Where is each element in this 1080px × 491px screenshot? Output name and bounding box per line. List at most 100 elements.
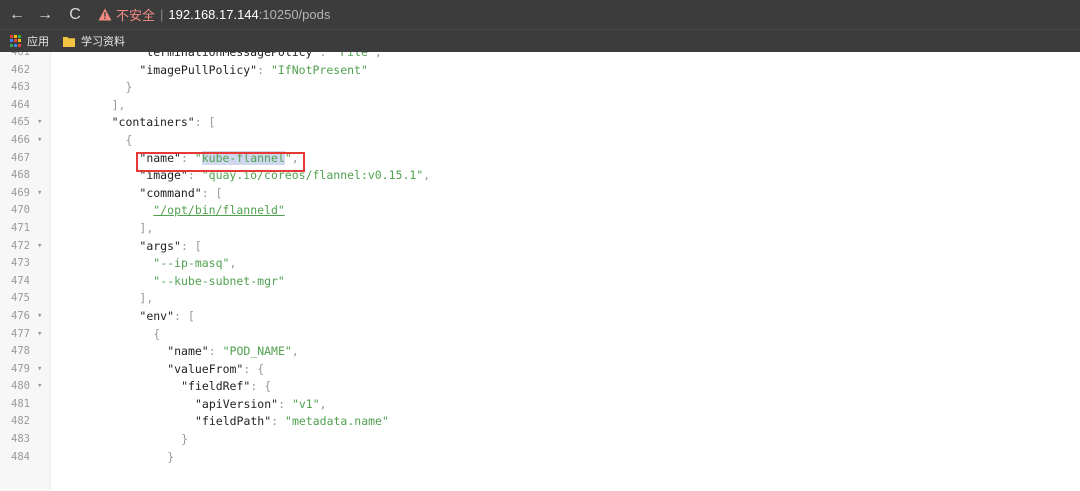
json-punctuation: : { <box>243 361 265 376</box>
fold-arrow-icon[interactable]: ▾ <box>37 361 42 379</box>
json-string: "v1" <box>291 396 320 411</box>
fold-arrow-icon[interactable]: ▾ <box>37 326 42 344</box>
code-content: "--kube-subnet-mgr" <box>56 273 285 291</box>
line-number: 461 <box>11 52 30 58</box>
json-punctuation: } <box>167 449 175 464</box>
line-number: 476 <box>11 309 30 322</box>
arrow-right-icon: → <box>37 5 53 23</box>
json-string: "File" <box>333 52 375 59</box>
arrow-left-icon: ← <box>9 5 25 23</box>
json-key: "name" <box>167 344 209 359</box>
line-number: 475 <box>11 292 30 305</box>
address-separator: | <box>160 7 164 22</box>
json-punctuation: ], <box>139 220 154 235</box>
address-path: :10250/pods <box>258 7 331 22</box>
json-key: "image" <box>139 168 188 183</box>
json-punctuation: } <box>181 432 189 447</box>
fold-arrow-icon[interactable]: ▾ <box>37 308 42 326</box>
json-string-selected: kube-flannel <box>201 150 285 165</box>
line-number: 479 <box>11 362 30 375</box>
code-line: 478 "name": "POD_NAME", <box>0 343 1080 361</box>
fold-arrow-icon[interactable]: ▾ <box>37 114 42 132</box>
json-punctuation: { <box>125 132 133 147</box>
reload-icon: C <box>69 5 81 23</box>
code-line: 484} <box>0 449 1080 467</box>
json-string: "IfNotPresent" <box>270 62 368 77</box>
json-punctuation: , <box>291 150 299 165</box>
code-content: "command": [ <box>56 185 222 203</box>
line-number: 473 <box>11 257 30 270</box>
code-content: "args": [ <box>56 238 201 256</box>
back-button[interactable]: ← <box>6 4 28 26</box>
browser-toolbar: ← → C 不安全 | 192.168.17.144:10250/pods <box>0 0 1080 29</box>
json-link[interactable]: "/opt/bin/flanneld" <box>153 203 285 217</box>
code-content: } <box>56 449 174 467</box>
code-content: { <box>56 326 160 344</box>
line-number: 483 <box>11 433 30 446</box>
json-key: "name" <box>139 150 181 165</box>
code-content: "name": "POD_NAME", <box>56 343 299 361</box>
code-line: 482 "fieldPath": "metadata.name" <box>0 413 1080 431</box>
code-content: "/opt/bin/flanneld" <box>56 202 285 220</box>
json-punctuation: : { <box>250 379 272 394</box>
json-punctuation: : <box>319 52 334 59</box>
fold-arrow-icon[interactable]: ▾ <box>37 238 42 256</box>
fold-arrow-icon[interactable]: ▾ <box>37 378 42 396</box>
code-content: "--ip-masq", <box>56 255 236 273</box>
code-content: "fieldPath": "metadata.name" <box>56 413 389 431</box>
apps-grid-icon <box>10 35 22 47</box>
code-content: } <box>56 431 188 449</box>
json-key: "apiVersion" <box>195 396 279 411</box>
json-key: "imagePullPolicy" <box>139 62 258 77</box>
code-line: 465 ▾ "containers": [ <box>0 114 1080 132</box>
line-number: 470 <box>11 204 30 217</box>
code-line: 466 ▾ { <box>0 132 1080 150</box>
address-host: 192.168.17.144 <box>168 7 259 22</box>
json-punctuation: , <box>423 168 431 183</box>
fold-arrow-icon[interactable]: ▾ <box>37 132 42 150</box>
json-string: "POD_NAME" <box>222 344 292 359</box>
code-line: 480 ▾ "fieldRef": { <box>0 378 1080 396</box>
bookmark-apps[interactable]: 应用 <box>10 33 49 49</box>
warning-icon <box>98 8 112 21</box>
json-string: "--ip-masq" <box>153 256 230 271</box>
code-line: 474 "--kube-subnet-mgr" <box>0 273 1080 291</box>
line-number: 466 <box>11 133 30 146</box>
code-content: "image": "quay.io/coreos/flannel:v0.15.1… <box>56 167 430 185</box>
json-punctuation: } <box>125 80 133 95</box>
json-string: "quay.io/coreos/flannel:v0.15.1" <box>201 168 424 183</box>
bookmark-study-materials[interactable]: 学习资料 <box>63 33 125 49</box>
json-punctuation: , <box>291 344 299 359</box>
json-punctuation: : [ <box>201 185 223 200</box>
not-secure-label: 不安全 <box>116 8 156 23</box>
json-punctuation: , <box>374 52 382 59</box>
json-punctuation: , <box>319 396 327 411</box>
code-line: 483} <box>0 431 1080 449</box>
address-bar[interactable]: 不安全 | 192.168.17.144:10250/pods <box>98 4 330 26</box>
forward-button[interactable]: → <box>34 4 56 26</box>
line-number: 484 <box>11 450 30 463</box>
json-key: "fieldRef" <box>181 379 251 394</box>
fold-arrow-icon[interactable]: ▾ <box>37 185 42 203</box>
line-number: 471 <box>11 221 30 234</box>
code-content: } <box>56 79 133 97</box>
line-number: 480 <box>11 380 30 393</box>
json-punctuation: : [ <box>194 115 216 130</box>
code-content: { <box>56 132 133 150</box>
line-number: 468 <box>11 169 30 182</box>
code-line: 462 "imagePullPolicy": "IfNotPresent" <box>0 62 1080 80</box>
reload-button[interactable]: C <box>64 4 86 26</box>
json-punctuation: ], <box>139 291 154 306</box>
line-number: 465 <box>11 116 30 129</box>
json-punctuation: : <box>257 62 271 77</box>
code-content: ], <box>56 290 153 308</box>
code-content: "containers": [ <box>56 114 216 132</box>
bookmark-label: 学习资料 <box>81 36 125 48</box>
json-key: "containers" <box>111 115 195 130</box>
code-line: 481 "apiVersion": "v1", <box>0 396 1080 414</box>
code-line: 467 "name": "kube-flannel", <box>0 150 1080 168</box>
json-punctuation: : <box>180 150 195 165</box>
json-key: "command" <box>139 185 202 200</box>
code-content: "env": [ <box>56 308 194 326</box>
line-number: 463 <box>11 81 30 94</box>
